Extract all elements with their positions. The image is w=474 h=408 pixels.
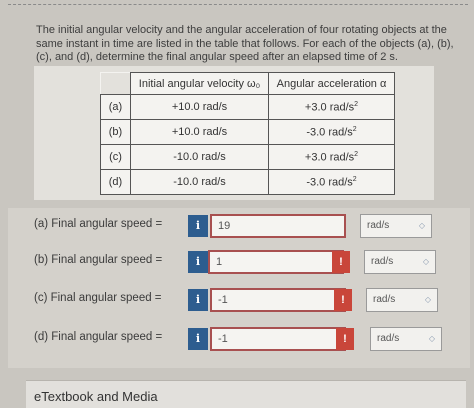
alpha-cell: -3.0 rad/s2: [268, 119, 395, 145]
header-initial-angular-velocity: Initial angular velocity ω₀: [130, 72, 269, 95]
answer-label: (c) Final angular speed =: [34, 292, 162, 304]
etextbook-section[interactable]: eTextbook and Media: [26, 380, 466, 408]
omega-cell: -10.0 rad/s: [130, 169, 269, 195]
info-icon[interactable]: i: [188, 215, 208, 237]
omega-cell: -10.0 rad/s: [130, 144, 269, 170]
unit-value: rad/s: [377, 333, 400, 344]
chevron-down-icon: ◇: [428, 334, 435, 343]
answer-row-a: (a) Final angular speed = i 19 rad/s ◇: [34, 214, 454, 238]
question-text: The initial angular velocity and the ang…: [36, 24, 454, 63]
etextbook-link[interactable]: eTextbook and Media: [34, 389, 158, 404]
answer-input-d[interactable]: -1: [210, 327, 346, 351]
omega-cell: +10.0 rad/s: [130, 119, 269, 145]
alpha-cell: +3.0 rad/s2: [268, 94, 395, 120]
omega-cell: +10.0 rad/s: [130, 94, 269, 120]
info-icon[interactable]: i: [188, 289, 208, 311]
table-row: (b) +10.0 rad/s -3.0 rad/s2: [100, 119, 395, 145]
answer-label: (d) Final angular speed =: [34, 331, 163, 343]
answer-row-b: (b) Final angular speed = i 1 ! rad/s ◇: [34, 250, 454, 274]
error-icon[interactable]: !: [334, 289, 352, 311]
alpha-cell: +3.0 rad/s2: [268, 144, 395, 170]
unit-select-c[interactable]: rad/s ◇: [366, 288, 438, 312]
row-label: (a): [100, 94, 131, 120]
unit-value: rad/s: [371, 256, 394, 267]
answer-input-b[interactable]: 1: [208, 250, 344, 274]
answer-input-a[interactable]: 19: [210, 214, 346, 238]
alpha-cell: -3.0 rad/s2: [268, 169, 395, 195]
table-corner: [100, 72, 131, 95]
answer-row-d: (d) Final angular speed = i -1 ! rad/s ◇: [34, 327, 454, 351]
table-row: (d) -10.0 rad/s -3.0 rad/s2: [100, 169, 395, 195]
answer-label: (b) Final angular speed =: [34, 254, 163, 266]
table-row: (c) -10.0 rad/s +3.0 rad/s2: [100, 144, 395, 170]
unit-select-a[interactable]: rad/s ◇: [360, 214, 432, 238]
unit-select-b[interactable]: rad/s ◇: [364, 250, 436, 274]
answer-label: (a) Final angular speed =: [34, 218, 163, 230]
answer-row-c: (c) Final angular speed = i -1 ! rad/s ◇: [34, 288, 454, 312]
row-label: (b): [100, 119, 131, 145]
error-icon[interactable]: !: [332, 251, 350, 273]
chevron-down-icon: ◇: [418, 221, 425, 230]
unit-select-d[interactable]: rad/s ◇: [370, 327, 442, 351]
table-header-row: Initial angular velocity ω₀ Angular acce…: [100, 72, 395, 95]
unit-value: rad/s: [373, 294, 396, 305]
table-row: (a) +10.0 rad/s +3.0 rad/s2: [100, 94, 395, 120]
data-table: Initial angular velocity ω₀ Angular acce…: [100, 72, 395, 195]
chevron-down-icon: ◇: [422, 257, 429, 266]
row-label: (c): [100, 144, 131, 170]
info-icon[interactable]: i: [188, 251, 208, 273]
chevron-down-icon: ◇: [424, 295, 431, 304]
answer-input-c[interactable]: -1: [210, 288, 346, 312]
info-icon[interactable]: i: [188, 328, 208, 350]
row-label: (d): [100, 169, 131, 195]
unit-value: rad/s: [367, 220, 390, 231]
error-icon[interactable]: !: [336, 328, 354, 350]
header-angular-acceleration: Angular acceleration α: [268, 72, 395, 95]
dashed-divider: [8, 4, 468, 5]
